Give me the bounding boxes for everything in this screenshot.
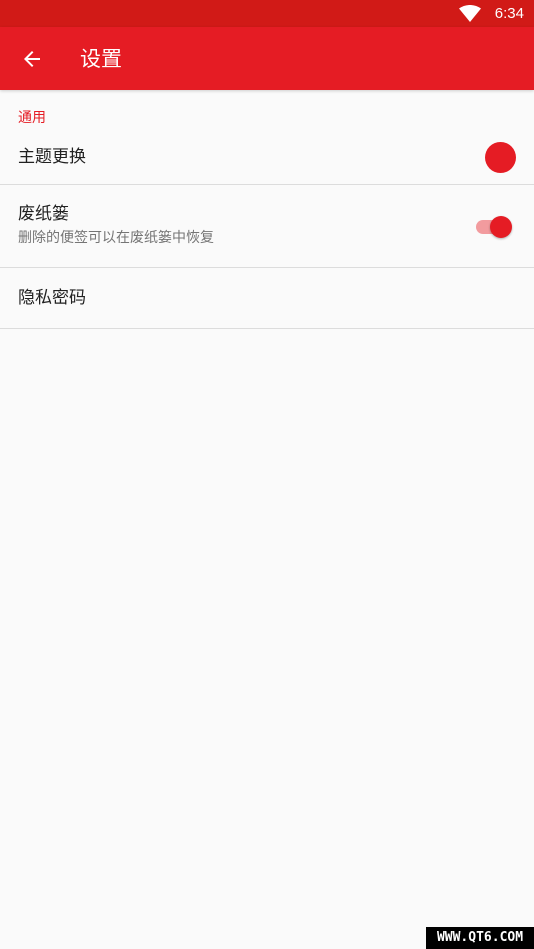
page-title: 设置 [80,47,122,71]
wifi-icon [459,5,481,22]
privacy-password-title: 隐私密码 [18,288,86,308]
app-bar: 设置 [0,27,534,90]
status-bar: 6:34 [0,0,534,27]
privacy-password-row[interactable]: 隐私密码 [0,268,534,328]
theme-color-swatch[interactable] [485,142,516,173]
section-header-general: 通用 [18,110,46,126]
trash-toggle-thumb[interactable] [490,216,512,238]
watermark: WWW.QT6.COM [426,927,534,949]
trash-setting-title: 废纸篓 [18,204,69,224]
back-button[interactable] [8,35,56,83]
theme-setting-row[interactable]: 主题更换 [0,130,534,184]
status-time: 6:34 [494,5,524,22]
divider [0,328,534,329]
arrow-back-icon [24,51,40,67]
trash-setting-summary: 删除的便签可以在废纸篓中恢复 [18,230,214,246]
theme-setting-title: 主题更换 [18,147,86,167]
trash-setting-row[interactable]: 废纸篓 删除的便签可以在废纸篓中恢复 [0,185,534,267]
